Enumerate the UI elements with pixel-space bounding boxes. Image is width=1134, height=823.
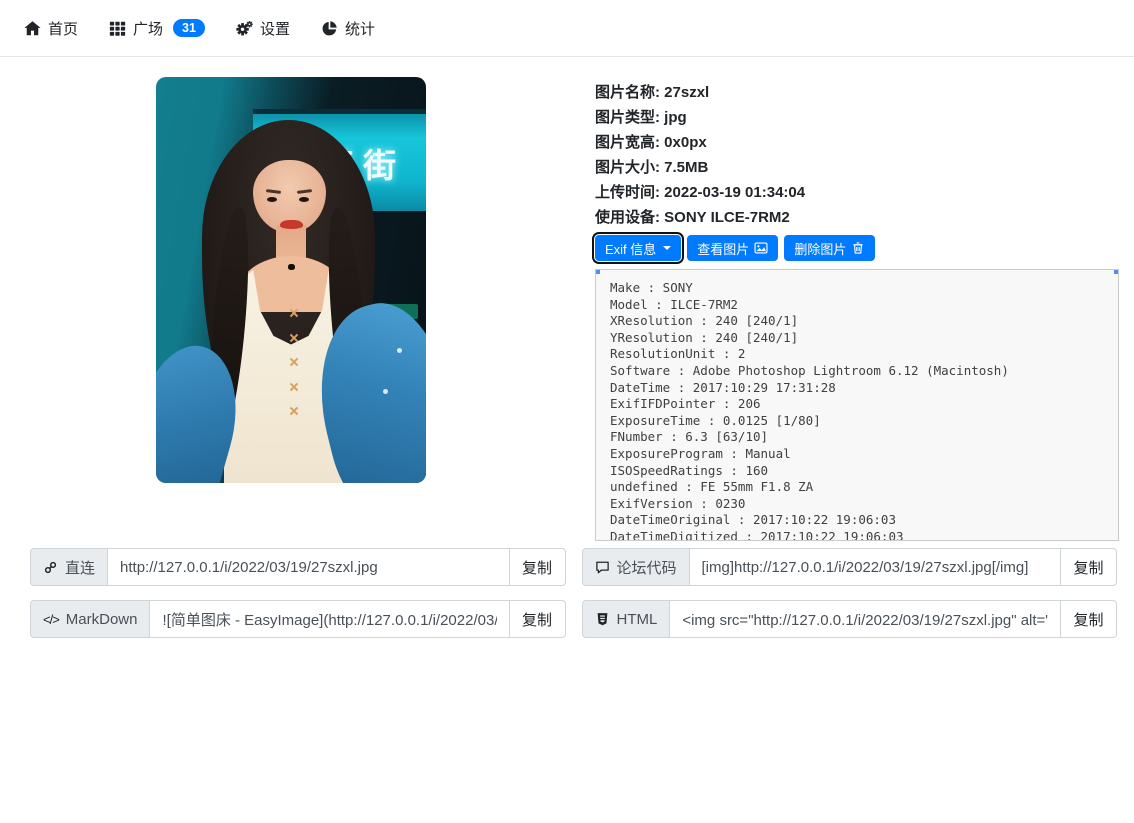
detail-image-name: 图片名称: 27szxl bbox=[595, 85, 1119, 101]
copy-links-right-column: 论坛代码 复制 HTML 复制 bbox=[582, 548, 1118, 652]
nav-home-label: 首页 bbox=[48, 18, 78, 39]
photo-jacket-button bbox=[397, 348, 402, 353]
delete-button-label: 删除图片 bbox=[794, 239, 846, 258]
nav-gallery-label: 广场 bbox=[133, 18, 163, 39]
forum-code-input[interactable] bbox=[689, 548, 1061, 586]
direct-link-copy-button[interactable]: 复制 bbox=[509, 548, 566, 586]
view-image-button[interactable]: 查看图片 bbox=[687, 235, 778, 261]
nav-item-home[interactable]: 首页 bbox=[24, 18, 78, 39]
forum-code-label: 论坛代码 bbox=[582, 548, 690, 586]
copy-links-left-column: 直连 复制 </> MarkDown 复制 bbox=[30, 548, 566, 652]
comment-icon bbox=[595, 560, 610, 575]
caret-down-icon bbox=[663, 246, 671, 250]
nav-item-gallery[interactable]: 广场 31 bbox=[109, 18, 205, 39]
main-content: 盈天街 bbox=[0, 77, 1134, 541]
delete-image-button[interactable]: 删除图片 bbox=[784, 235, 875, 261]
top-navbar: 首页 广场 31 设置 统计 bbox=[0, 0, 1134, 57]
detail-image-filesize: 图片大小: 7.5MB bbox=[595, 160, 1119, 176]
markdown-copy-button[interactable]: 复制 bbox=[509, 600, 566, 638]
code-icon: </> bbox=[43, 612, 59, 627]
gears-icon bbox=[236, 20, 253, 37]
html-input[interactable] bbox=[669, 600, 1061, 638]
gallery-count-badge: 31 bbox=[173, 19, 205, 38]
photo-tank-lace bbox=[289, 406, 298, 415]
direct-link-input[interactable] bbox=[107, 548, 509, 586]
markdown-label: </> MarkDown bbox=[30, 600, 150, 638]
exif-info-panel[interactable]: Make : SONY Model : ILCE-7RM2 XResolutio… bbox=[595, 269, 1119, 541]
photo-subject-eye-right bbox=[299, 197, 309, 202]
copy-row-direct-link: 直连 复制 bbox=[30, 548, 566, 586]
exif-info-dropdown-button[interactable]: Exif 信息 bbox=[595, 235, 681, 261]
html-label-text: HTML bbox=[617, 611, 658, 628]
html5-icon bbox=[595, 612, 610, 627]
photo-subject-pendant bbox=[288, 264, 295, 270]
markdown-label-text: MarkDown bbox=[66, 611, 138, 628]
exif-info-text: Make : SONY Model : ILCE-7RM2 XResolutio… bbox=[596, 270, 1118, 541]
nav-settings-label: 设置 bbox=[260, 18, 290, 39]
photo-subject-eye-left bbox=[267, 197, 277, 202]
copy-row-markdown: </> MarkDown 复制 bbox=[30, 600, 566, 638]
photo-tank-lace bbox=[289, 333, 298, 342]
view-button-label: 查看图片 bbox=[697, 239, 749, 258]
image-action-buttons: Exif 信息 查看图片 删除图片 bbox=[595, 235, 1119, 261]
html-copy-button[interactable]: 复制 bbox=[1060, 600, 1117, 638]
photo-tank-lace bbox=[289, 357, 298, 366]
direct-link-label-text: 直连 bbox=[65, 557, 95, 578]
copy-row-html: HTML 复制 bbox=[582, 600, 1118, 638]
exif-button-label: Exif 信息 bbox=[605, 239, 656, 258]
direct-link-label: 直连 bbox=[30, 548, 108, 586]
home-icon bbox=[24, 20, 41, 37]
forum-code-label-text: 论坛代码 bbox=[617, 557, 677, 578]
copy-links-section: 直连 复制 </> MarkDown 复制 论坛代码 复制 HT bbox=[0, 548, 1134, 652]
photo-tank-lace bbox=[289, 382, 298, 391]
nav-item-statistics[interactable]: 统计 bbox=[321, 18, 375, 39]
photo-jacket-button bbox=[383, 389, 388, 394]
photo-subject-lips bbox=[280, 220, 303, 229]
markdown-input[interactable] bbox=[149, 600, 509, 638]
copy-row-forum-code: 论坛代码 复制 bbox=[582, 548, 1118, 586]
photo-column: 盈天街 bbox=[15, 77, 567, 483]
pie-chart-icon bbox=[321, 20, 338, 37]
detail-image-size-px: 图片宽高: 0x0px bbox=[595, 135, 1119, 151]
image-details: 图片名称: 27szxl 图片类型: jpg 图片宽高: 0x0px 图片大小:… bbox=[595, 85, 1119, 226]
link-icon bbox=[43, 560, 58, 575]
html-label: HTML bbox=[582, 600, 671, 638]
trash-icon bbox=[851, 241, 865, 255]
nav-statistics-label: 统计 bbox=[345, 18, 375, 39]
detail-image-type: 图片类型: jpg bbox=[595, 110, 1119, 126]
detail-upload-time: 上传时间: 2022-03-19 01:34:04 bbox=[595, 185, 1119, 201]
grid-icon bbox=[109, 20, 126, 37]
image-info-column: 图片名称: 27szxl 图片类型: jpg 图片宽高: 0x0px 图片大小:… bbox=[567, 77, 1119, 541]
forum-code-copy-button[interactable]: 复制 bbox=[1060, 548, 1117, 586]
image-icon bbox=[754, 241, 768, 255]
photo-tank-lace bbox=[289, 308, 298, 317]
nav-item-settings[interactable]: 设置 bbox=[236, 18, 290, 39]
detail-device: 使用设备: SONY ILCE-7RM2 bbox=[595, 210, 1119, 226]
uploaded-image-preview[interactable]: 盈天街 bbox=[156, 77, 426, 483]
